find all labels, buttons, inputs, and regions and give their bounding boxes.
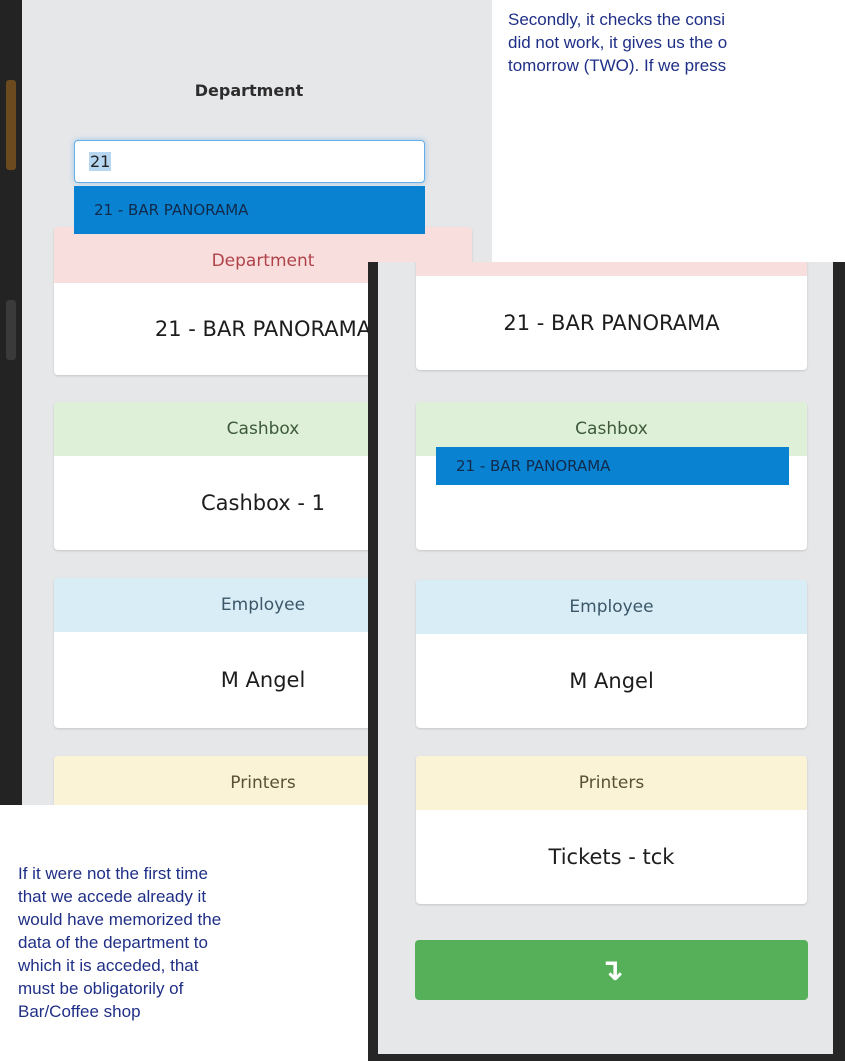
printers-card-value[interactable]: Tickets - tck: [416, 810, 807, 904]
department-search-value: 21: [89, 152, 112, 171]
note-line: which it is acceded, that: [18, 956, 199, 975]
printers-card: Printers Tickets - tck: [416, 756, 807, 904]
note-line: that we accede already it: [18, 887, 207, 906]
note-line: must be obligatorily of: [18, 979, 184, 998]
left-background-accent: [6, 300, 16, 360]
note-paragraph: If it were not the first time that we ac…: [18, 862, 358, 1023]
arrow-down-icon: ↴: [598, 952, 625, 988]
note-line: would have memorized the: [18, 910, 222, 929]
note-line: Bar/Coffee shop: [18, 1002, 141, 1021]
intro-line: tomorrow (TWO). If we press: [508, 56, 727, 75]
intro-line: did not work, it gives us the o: [508, 33, 728, 52]
left-background-accent: [6, 80, 16, 170]
department-card-heading-strip: [416, 262, 807, 276]
employee-card: Employee M Angel: [416, 580, 807, 728]
note-line: If it were not the first time: [18, 864, 208, 883]
printers-card-heading: Printers: [416, 756, 807, 810]
dropdown-option-bar-panorama[interactable]: 21 - BAR PANORAMA: [74, 186, 425, 234]
employee-card-heading: Employee: [416, 580, 807, 634]
right-screenshot: 21 - BAR PANORAMA Cashbox 21 - BAR PANOR…: [368, 262, 845, 1061]
department-search-input[interactable]: 21: [74, 140, 425, 183]
note-line: data of the department to: [18, 933, 208, 952]
intro-paragraph: Secondly, it checks the consi did not wo…: [508, 8, 845, 77]
cashbox-dropdown-option[interactable]: 21 - BAR PANORAMA: [436, 447, 789, 485]
proceed-button[interactable]: ↴: [415, 940, 808, 1000]
department-card: 21 - BAR PANORAMA: [416, 262, 807, 370]
intro-line: Secondly, it checks the consi: [508, 10, 726, 29]
department-card-value[interactable]: 21 - BAR PANORAMA: [416, 276, 807, 370]
employee-card-value[interactable]: M Angel: [416, 634, 807, 728]
department-label: Department: [194, 81, 304, 100]
